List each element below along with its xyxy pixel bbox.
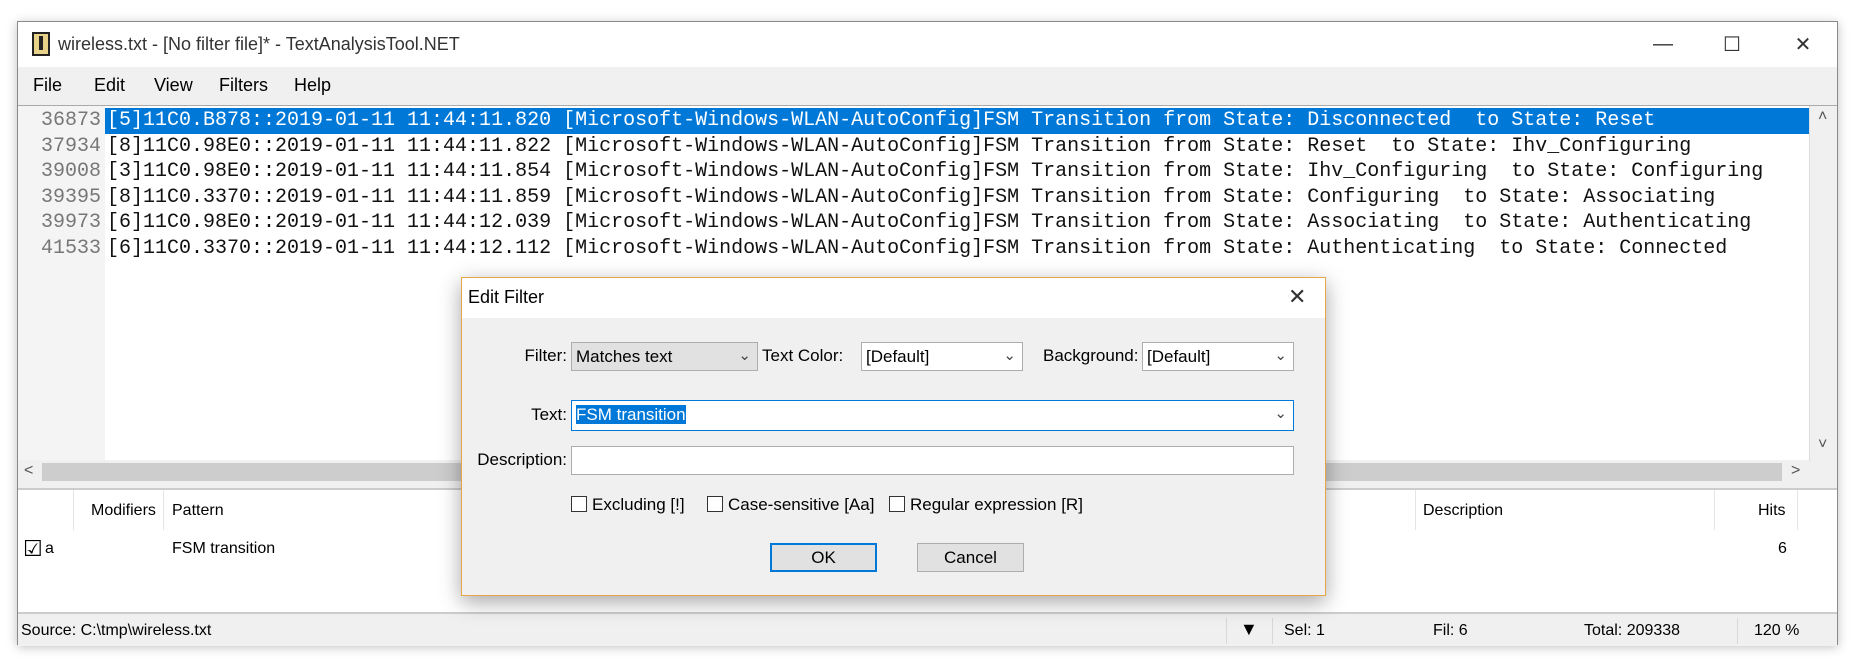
- column-divider: [1415, 490, 1416, 530]
- description-label: Description:: [477, 450, 567, 469]
- status-source: Source: C:\tmp\wireless.txt: [21, 622, 212, 639]
- regex-checkbox[interactable]: [889, 496, 905, 512]
- background-label: Background:: [1043, 346, 1139, 365]
- case-sensitive-checkbox[interactable]: [707, 496, 723, 512]
- line-number: 39973: [40, 211, 101, 234]
- status-divider: [1226, 618, 1227, 644]
- dialog-title-bar: Edit Filter ✕: [462, 278, 1325, 318]
- log-line[interactable]: 39973 [6]11C0.98E0::2019-01-11 11:44:12.0…: [18, 210, 1809, 236]
- status-fil: Fil: 6: [1433, 622, 1468, 639]
- chevron-down-icon: ⌄: [738, 347, 751, 364]
- column-divider: [73, 490, 74, 530]
- column-header-modifiers[interactable]: Modifiers: [91, 502, 156, 520]
- line-number: 39008: [40, 160, 101, 183]
- app-icon: [32, 32, 50, 56]
- scroll-left-icon[interactable]: <: [24, 462, 33, 480]
- line-number: 36873: [40, 109, 101, 132]
- line-number: 37934: [40, 134, 101, 158]
- background-select[interactable]: [Default] ⌄: [1142, 342, 1294, 371]
- vertical-scrollbar[interactable]: ˄ ˅: [1809, 106, 1837, 461]
- text-input-value: FSM transition: [576, 405, 686, 424]
- column-divider: [1714, 490, 1715, 530]
- menu-edit[interactable]: Edit: [94, 75, 125, 96]
- column-divider: [163, 490, 164, 530]
- line-text: [8]11C0.3370::2019-01-11 11:44:11.859 [M…: [107, 185, 1716, 209]
- filter-type-label: Filter:: [524, 346, 568, 365]
- menu-view[interactable]: View: [154, 75, 193, 96]
- status-divider: [1272, 618, 1273, 644]
- line-number: 41533: [40, 236, 101, 260]
- log-line[interactable]: 41533 [6]11C0.3370::2019-01-11 11:44:12.1…: [18, 236, 1809, 262]
- dialog-close-button[interactable]: ✕: [1288, 284, 1306, 310]
- case-sensitive-label[interactable]: Case-sensitive [Aa]: [728, 495, 874, 515]
- scroll-up-icon[interactable]: ˄: [1818, 108, 1827, 126]
- filter-modifiers: a: [45, 540, 54, 557]
- status-bar: Source: C:\tmp\wireless.txt ▼ Sel: 1 Fil…: [18, 616, 1837, 646]
- filter-icon[interactable]: ▼: [1240, 619, 1258, 640]
- line-text: [3]11C0.98E0::2019-01-11 11:44:11.854 [M…: [107, 160, 1764, 183]
- text-color-select[interactable]: [Default] ⌄: [861, 342, 1023, 371]
- chevron-down-icon: ⌄: [1274, 347, 1287, 364]
- text-input[interactable]: FSM transition ⌄: [571, 400, 1294, 431]
- filter-enabled-checkbox[interactable]: ☑: [23, 536, 43, 562]
- line-text: [8]11C0.98E0::2019-01-11 11:44:11.822 [M…: [107, 134, 1692, 158]
- filter-hits: 6: [1778, 540, 1787, 557]
- status-divider: [1737, 618, 1738, 644]
- window-title: wireless.txt - [No filter file]* - TextA…: [58, 34, 460, 54]
- maximize-button[interactable]: ☐: [1709, 22, 1755, 67]
- status-sel: Sel: 1: [1284, 622, 1325, 639]
- column-divider: [1797, 490, 1798, 530]
- text-color-label: Text Color:: [762, 346, 844, 365]
- line-number: 39395: [40, 185, 101, 209]
- column-header-pattern[interactable]: Pattern: [172, 502, 224, 520]
- filter-type-value: Matches text: [576, 347, 673, 366]
- status-total: Total: 209338: [1584, 622, 1681, 639]
- cancel-button[interactable]: Cancel: [917, 543, 1024, 572]
- menu-file[interactable]: File: [33, 75, 62, 96]
- scroll-down-icon[interactable]: ˅: [1818, 436, 1827, 454]
- line-text: [6]11C0.3370::2019-01-11 11:44:12.112 [M…: [107, 236, 1728, 260]
- column-header-hits[interactable]: Hits: [1758, 502, 1786, 520]
- excluding-label[interactable]: Excluding [!]: [592, 495, 685, 515]
- chevron-down-icon: ⌄: [1003, 347, 1016, 364]
- minimize-button[interactable]: —: [1640, 22, 1686, 67]
- menu-bar: File Edit View Filters Help: [18, 67, 1837, 103]
- menu-help[interactable]: Help: [294, 75, 331, 96]
- column-header-description[interactable]: Description: [1423, 502, 1503, 520]
- menu-filters[interactable]: Filters: [219, 75, 268, 96]
- dialog-title: Edit Filter: [468, 287, 545, 307]
- regex-label[interactable]: Regular expression [R]: [910, 495, 1083, 515]
- close-button[interactable]: ✕: [1780, 22, 1826, 67]
- line-text: [6]11C0.98E0::2019-01-11 11:44:12.039 [M…: [107, 211, 1752, 234]
- text-color-value: [Default]: [866, 347, 930, 366]
- ok-button[interactable]: OK: [770, 543, 877, 572]
- title-bar: wireless.txt - [No filter file]* - TextA…: [18, 22, 1837, 67]
- filter-type-select[interactable]: Matches text ⌄: [571, 342, 758, 371]
- scroll-right-icon[interactable]: >: [1791, 462, 1800, 480]
- log-line[interactable]: 39395 [8]11C0.3370::2019-01-11 11:44:11.8…: [18, 185, 1809, 211]
- description-input[interactable]: [571, 446, 1294, 475]
- text-label: Text:: [531, 405, 567, 424]
- excluding-checkbox[interactable]: [571, 496, 587, 512]
- edit-filter-dialog: Edit Filter ✕ Filter: Matches text ⌄ Text…: [461, 277, 1326, 596]
- status-zoom: 120 %: [1754, 622, 1800, 639]
- chevron-down-icon: ⌄: [1274, 405, 1287, 422]
- log-line[interactable]: 39008 [3]11C0.98E0::2019-01-11 11:44:11.8…: [18, 159, 1809, 185]
- background-value: [Default]: [1147, 347, 1211, 366]
- log-line[interactable]: 36873 [5]11C0.B878::2019-01-11 11:44:11.8…: [18, 108, 1809, 134]
- log-line[interactable]: 37934 [8]11C0.98E0::2019-01-11 11:44:11.8…: [18, 134, 1809, 160]
- line-text: [5]11C0.B878::2019-01-11 11:44:11.820 [M…: [105, 108, 1809, 134]
- filter-pattern: FSM transition: [172, 540, 276, 557]
